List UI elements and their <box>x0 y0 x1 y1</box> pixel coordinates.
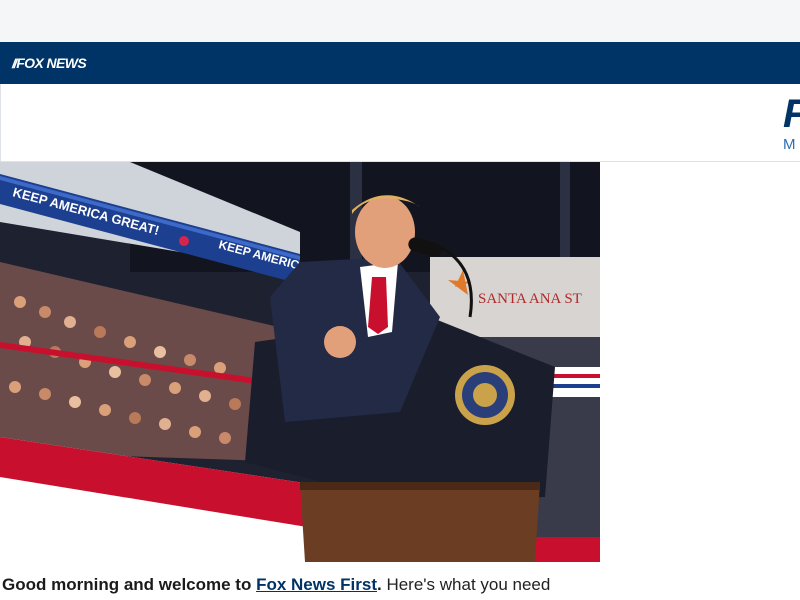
main-content: KEEP AMERICA GREAT! KEEP AMERICA SANTA A… <box>0 162 800 562</box>
masthead-subtitle-fragment: M <box>783 136 796 153</box>
fox-news-logo[interactable]: // FOX NEWS <box>12 55 87 71</box>
rally-photo: KEEP AMERICA GREAT! KEEP AMERICA SANTA A… <box>0 162 600 562</box>
intro-bold-text: Good morning and welcome to <box>2 575 257 594</box>
browser-top-strip <box>0 0 800 42</box>
intro-rest-text: Here's what you need <box>381 575 551 594</box>
fox-news-first-link[interactable]: Fox News First <box>256 575 377 594</box>
logo-text: FOX NEWS <box>16 55 87 71</box>
hero-image[interactable]: KEEP AMERICA GREAT! KEEP AMERICA SANTA A… <box>0 162 600 562</box>
newsletter-header: F M <box>0 84 800 162</box>
fox-news-logo-icon: // <box>12 55 17 71</box>
right-sidebar <box>600 162 800 562</box>
site-navbar: // FOX NEWS <box>0 42 800 87</box>
masthead-title-fragment: F <box>783 92 800 137</box>
venue-sign-text: SANTA ANA ST <box>478 291 582 307</box>
article-intro: Good morning and welcome to Fox News Fir… <box>0 562 800 600</box>
